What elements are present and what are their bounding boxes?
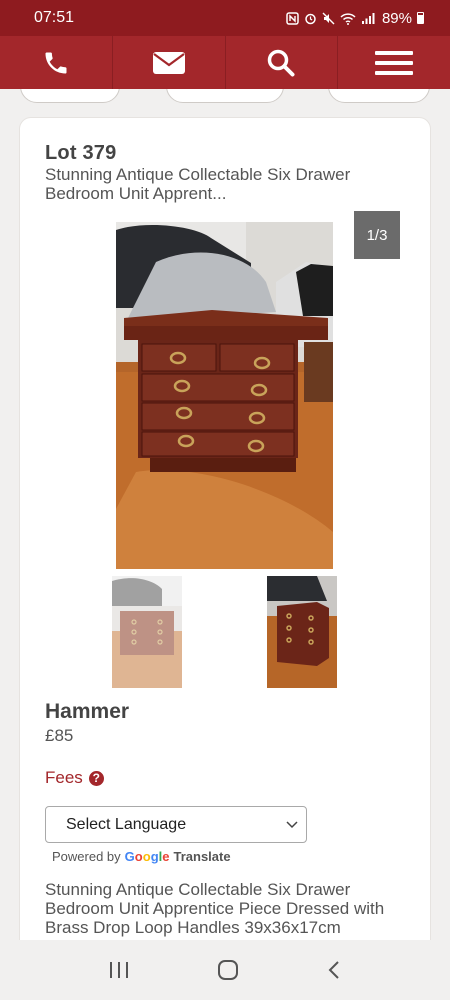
fees-link[interactable]: Fees ? — [45, 768, 104, 788]
google-logo-letter: e — [162, 849, 170, 864]
google-logo[interactable]: Google — [125, 849, 170, 864]
chest-of-drawers-photo — [116, 222, 333, 569]
google-logo-letter: G — [124, 849, 135, 864]
main-lot-image[interactable] — [116, 222, 333, 569]
menu-button[interactable] — [338, 36, 450, 89]
powered-by-text: Powered by — [52, 849, 121, 864]
lot-title: Lot 379 — [45, 142, 117, 164]
previous-pill-button[interactable] — [20, 89, 120, 103]
back-icon[interactable] — [326, 960, 342, 980]
hammer-label: Hammer — [45, 700, 130, 723]
translate-text: Translate — [173, 849, 231, 864]
signal-icon — [361, 12, 375, 24]
middle-pill-button[interactable] — [166, 89, 284, 103]
mail-icon — [152, 51, 185, 74]
status-bar: 07:51 89% — [0, 0, 450, 36]
search-button[interactable] — [226, 36, 339, 89]
recent-apps-icon[interactable] — [108, 961, 130, 979]
google-logo-letter: g — [150, 849, 159, 864]
top-nav-bar — [0, 36, 450, 89]
image-counter: 1/3 — [354, 211, 400, 259]
status-icons: 89% — [286, 10, 424, 27]
home-icon[interactable] — [217, 959, 239, 981]
google-translate-attribution: Powered by Google Translate — [52, 849, 231, 864]
google-logo-letter: o — [134, 849, 143, 864]
search-icon — [268, 49, 295, 76]
phone-icon — [45, 52, 67, 73]
language-select[interactable]: Select Language — [45, 806, 307, 843]
chevron-down-icon — [286, 820, 298, 828]
nfc-icon — [286, 11, 299, 25]
pill-button-row — [0, 89, 450, 107]
lot-subtitle: Stunning Antique Collectable Six Drawer … — [45, 165, 351, 203]
status-time: 07:51 — [34, 9, 75, 26]
phone-button[interactable] — [0, 36, 113, 89]
android-navigation-bar — [0, 940, 450, 1000]
google-logo-letter: o — [142, 849, 151, 864]
battery-level: 89% — [381, 9, 412, 27]
thumbnail-image-2[interactable] — [267, 576, 337, 688]
next-pill-button[interactable] — [328, 89, 430, 103]
mute-icon — [322, 12, 335, 24]
battery-icon — [417, 12, 424, 24]
language-select-value: Select Language — [66, 815, 187, 833]
lot-description: Stunning Antique Collectable Six Drawer … — [45, 880, 385, 937]
email-button[interactable] — [113, 36, 226, 89]
fees-label: Fees — [45, 768, 83, 787]
thumbnail-image-1[interactable] — [112, 576, 182, 688]
wifi-icon — [340, 12, 356, 25]
alarm-icon — [305, 13, 316, 24]
help-icon[interactable]: ? — [88, 770, 104, 786]
menu-icon — [375, 50, 414, 75]
hammer-price: £85 — [45, 726, 74, 745]
